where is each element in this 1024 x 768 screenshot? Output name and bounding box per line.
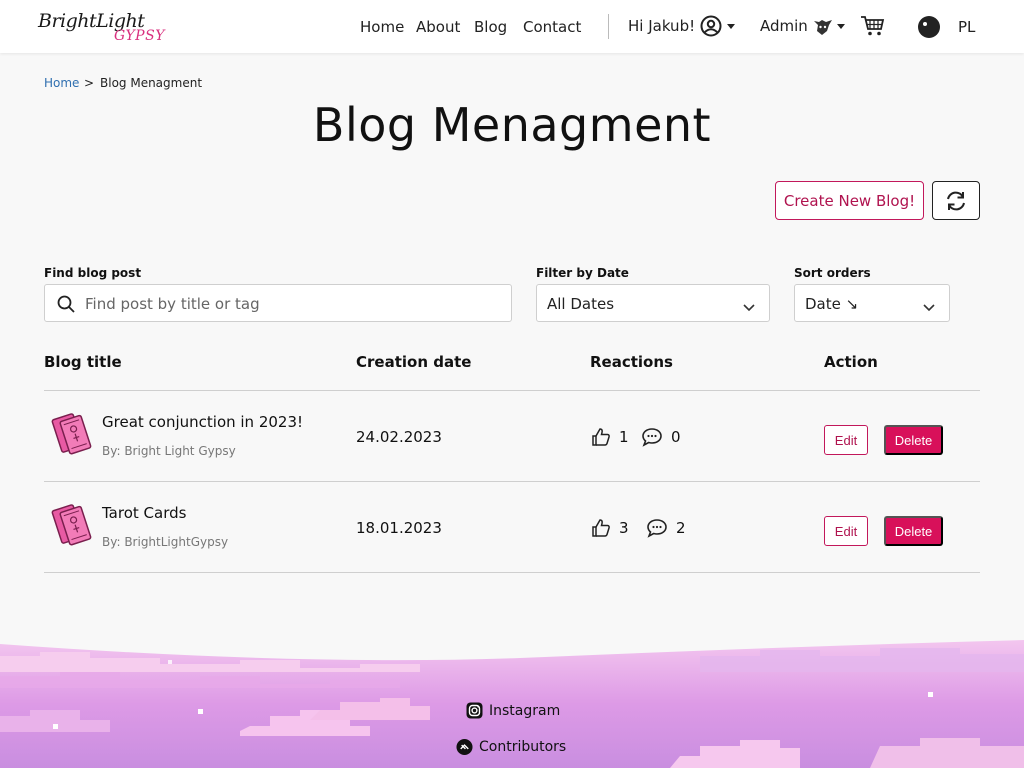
search-icon: [57, 295, 75, 313]
row-author: By: BrightLightGypsy: [102, 535, 229, 549]
navbar: BrightLight GYPSY Home About Blog Contac…: [0, 0, 1024, 53]
date-filter-label: Filter by Date: [536, 266, 629, 280]
comment-count-value: 0: [671, 428, 681, 446]
comment-count[interactable]: 2: [646, 518, 686, 538]
admin-cat-icon: [811, 15, 833, 37]
row-date: 24.02.2023: [356, 428, 442, 446]
header-blog-title: Blog title: [44, 353, 122, 371]
brand-logo[interactable]: BrightLight GYPSY: [38, 10, 164, 48]
sort-label: Sort orders: [794, 266, 871, 280]
admin-caret-icon: [836, 23, 845, 29]
delete-button[interactable]: Delete: [884, 425, 943, 455]
instagram-icon: [466, 702, 483, 719]
table-divider: [44, 481, 980, 482]
edit-button[interactable]: Edit: [824, 516, 868, 546]
contributors-label: Contributors: [479, 738, 567, 755]
like-count[interactable]: 3: [591, 518, 629, 538]
header-action: Action: [824, 353, 878, 371]
comment-icon: [641, 427, 663, 447]
language-switch[interactable]: PL: [958, 18, 975, 36]
breadcrumb-current: Blog Menagment: [100, 76, 203, 90]
search-input[interactable]: Find post by title or tag: [44, 284, 512, 322]
theme-toggle-icon[interactable]: [917, 15, 941, 43]
row-title[interactable]: Tarot Cards: [102, 504, 186, 522]
table-divider: [44, 390, 980, 391]
row-date: 18.01.2023: [356, 519, 442, 537]
chevron-down-icon: [743, 297, 755, 316]
tarot-thumbnail-icon: [50, 501, 92, 549]
sort-select[interactable]: Date ↘: [794, 284, 950, 322]
cart-icon[interactable]: [860, 15, 885, 41]
date-filter-select[interactable]: All Dates: [536, 284, 770, 322]
contributors-icon: [456, 738, 473, 756]
user-caret-icon: [727, 23, 736, 29]
nav-home[interactable]: Home: [360, 18, 404, 36]
breadcrumb-separator: >: [84, 76, 95, 90]
page-title: Blog Menagment: [312, 98, 712, 152]
like-count-value: 3: [619, 519, 629, 537]
like-count-value: 1: [619, 428, 629, 446]
nav-contact[interactable]: Contact: [523, 18, 581, 36]
comment-count-value: 2: [676, 519, 686, 537]
comment-icon: [646, 518, 668, 538]
nav-divider: [608, 14, 609, 39]
nav-about[interactable]: About: [416, 18, 460, 36]
instagram-label: Instagram: [489, 702, 561, 719]
footer: Instagram Contributors: [0, 636, 1024, 768]
brand-line2: GYPSY: [114, 28, 165, 44]
create-blog-button[interactable]: Create New Blog!: [775, 181, 924, 220]
chevron-down-icon: [923, 297, 935, 316]
nav-blog[interactable]: Blog: [474, 18, 507, 36]
user-avatar-icon: [700, 15, 722, 37]
comment-count[interactable]: 0: [641, 427, 681, 447]
contributors-link[interactable]: Contributors: [456, 738, 567, 756]
thumbs-up-icon: [591, 427, 611, 447]
like-count[interactable]: 1: [591, 427, 629, 447]
admin-label: Admin: [760, 17, 808, 35]
header-reactions: Reactions: [590, 353, 673, 371]
date-filter-value: All Dates: [547, 295, 615, 313]
instagram-link[interactable]: Instagram: [466, 702, 560, 719]
sort-value: Date ↘: [805, 295, 859, 313]
row-title[interactable]: Great conjunction in 2023!: [102, 413, 303, 431]
delete-button[interactable]: Delete: [884, 516, 943, 546]
thumbs-up-icon: [591, 518, 611, 538]
refresh-button[interactable]: [932, 181, 980, 220]
user-menu[interactable]: Hi Jakub!: [628, 15, 736, 37]
search-placeholder: Find post by title or tag: [85, 295, 260, 313]
refresh-icon: [944, 190, 968, 212]
admin-menu[interactable]: Admin: [760, 15, 845, 37]
edit-button[interactable]: Edit: [824, 425, 868, 455]
user-greeting: Hi Jakub!: [628, 17, 696, 35]
search-label: Find blog post: [44, 266, 142, 280]
header-creation-date: Creation date: [356, 353, 472, 371]
breadcrumb-home[interactable]: Home: [44, 76, 79, 90]
table-divider: [44, 572, 980, 573]
row-author: By: Bright Light Gypsy: [102, 444, 236, 458]
tarot-thumbnail-icon: [50, 410, 92, 458]
